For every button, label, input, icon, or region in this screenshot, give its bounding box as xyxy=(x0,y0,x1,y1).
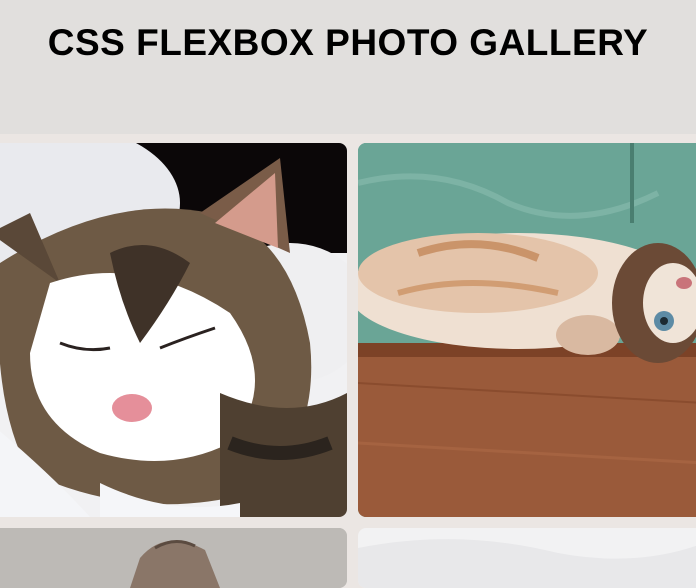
cat-on-floor-image xyxy=(358,143,696,517)
cat-3-image xyxy=(0,528,347,588)
cat-4-image xyxy=(358,528,696,588)
page-title: CSS FLEXBOX PHOTO GALLERY xyxy=(47,22,649,63)
gallery-photo-cat-3[interactable] xyxy=(0,528,347,588)
gallery-photo-cat-4[interactable] xyxy=(358,528,696,588)
gallery-photo-cat-on-floor[interactable] xyxy=(358,143,696,517)
sleeping-cat-image xyxy=(0,143,347,517)
gallery-photo-sleeping-cat[interactable] xyxy=(0,143,347,517)
page-header: CSS FLEXBOX PHOTO GALLERY xyxy=(0,0,696,134)
